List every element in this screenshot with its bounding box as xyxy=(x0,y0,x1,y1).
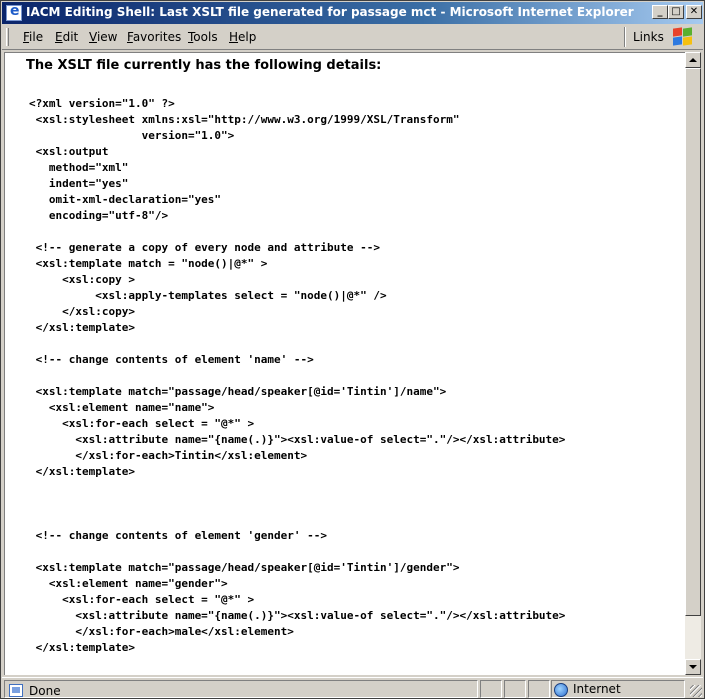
browser-window: IACM Editing Shell: Last XSLT file gener… xyxy=(0,0,705,699)
menu-help[interactable]: Help xyxy=(229,30,256,44)
code-line: <xsl:stylesheet xmlns:xsl="http://www.w3… xyxy=(29,113,460,126)
code-line: <xsl:copy > xyxy=(29,273,135,286)
code-line: <?xml version="1.0" ?> xyxy=(29,97,175,110)
toolbar-separator xyxy=(624,27,626,47)
arrow-down-icon xyxy=(689,665,697,669)
close-button[interactable]: ✕ xyxy=(686,5,702,19)
code-line: <!-- generate a copy of every node and a… xyxy=(29,241,380,254)
scroll-thumb[interactable] xyxy=(685,68,701,616)
menu-favorites[interactable]: Favorites xyxy=(127,30,181,44)
globe-icon xyxy=(554,683,568,697)
code-line: omit-xml-declaration="yes" xyxy=(29,193,222,206)
status-text: Done xyxy=(29,684,61,698)
code-line: </xsl:stylesheet> xyxy=(29,672,565,675)
code-line: indent="yes" xyxy=(29,177,129,190)
xslt-code-block: <?xml version="1.0" ?> <xsl:stylesheet x… xyxy=(29,96,565,675)
windows-flag-icon xyxy=(671,27,693,47)
status-pane-3 xyxy=(504,680,526,698)
code-line: <xsl:template match="passage/head/speake… xyxy=(29,385,447,398)
links-button[interactable]: Links xyxy=(633,30,664,44)
code-line: <xsl:template match = "node()|@*" > xyxy=(29,257,268,270)
code-line: <xsl:attribute name="{name(.)}"><xsl:val… xyxy=(29,433,566,446)
code-line: encoding="utf-8"/> xyxy=(29,209,169,222)
security-zone: Internet xyxy=(573,682,621,696)
code-line: <xsl:element name="gender"> xyxy=(29,577,228,590)
code-line: </xsl:for-each>Tintin</xsl:element> xyxy=(29,449,308,462)
code-line: <xsl:attribute name="{name(.)}"><xsl:val… xyxy=(29,609,566,622)
resize-grip[interactable] xyxy=(690,685,702,697)
maximize-button[interactable]: □ xyxy=(668,5,684,19)
toolbar-grip[interactable] xyxy=(6,28,9,46)
code-line: version="1.0"> xyxy=(29,129,235,142)
code-line: <xsl:element name="name"> xyxy=(29,401,215,414)
code-line: </xsl:copy> xyxy=(29,305,135,318)
status-pane-4 xyxy=(528,680,550,698)
menu-edit[interactable]: Edit xyxy=(55,30,78,44)
page-done-icon xyxy=(9,684,23,697)
ie-icon xyxy=(6,3,22,21)
code-line: <!-- change contents of element 'name' -… xyxy=(29,353,314,366)
arrow-up-icon xyxy=(689,58,697,62)
code-line: <xsl:template match="passage/head/speake… xyxy=(29,561,460,574)
code-line: <xsl:for-each select = "@*" > xyxy=(29,593,255,606)
scroll-up-button[interactable] xyxy=(685,52,701,68)
window-title: IACM Editing Shell: Last XSLT file gener… xyxy=(26,5,634,19)
page-content: The XSLT file currently has the followin… xyxy=(4,52,685,675)
status-pane-2 xyxy=(480,680,502,698)
menu-tools[interactable]: Tools xyxy=(188,30,218,44)
code-line: method="xml" xyxy=(29,161,129,174)
code-line: <xsl:for-each select = "@*" > xyxy=(29,417,255,430)
menu-bar: File Edit View Favorites Tools Help Link… xyxy=(2,24,703,50)
code-line: </xsl:template> xyxy=(29,641,135,654)
code-line: </xsl:for-each>male</xsl:element> xyxy=(29,625,294,638)
vertical-scrollbar[interactable] xyxy=(685,52,701,675)
code-line: </xsl:template> xyxy=(29,321,135,334)
menu-view[interactable]: View xyxy=(89,30,117,44)
code-line: <xsl:apply-templates select = "node()|@*… xyxy=(29,289,387,302)
code-line: <!-- change contents of element 'gender'… xyxy=(29,529,328,542)
scroll-down-button[interactable] xyxy=(685,659,701,675)
code-line: <xsl:output xyxy=(29,145,109,158)
menu-file[interactable]: File xyxy=(23,30,43,44)
status-pane: Done xyxy=(4,680,478,698)
minimize-button[interactable]: _ xyxy=(652,5,668,19)
title-bar[interactable]: IACM Editing Shell: Last XSLT file gener… xyxy=(2,2,703,24)
status-bar: Done Internet xyxy=(2,677,703,698)
code-line: </xsl:template> xyxy=(29,465,135,478)
page-heading: The XSLT file currently has the followin… xyxy=(26,58,382,73)
